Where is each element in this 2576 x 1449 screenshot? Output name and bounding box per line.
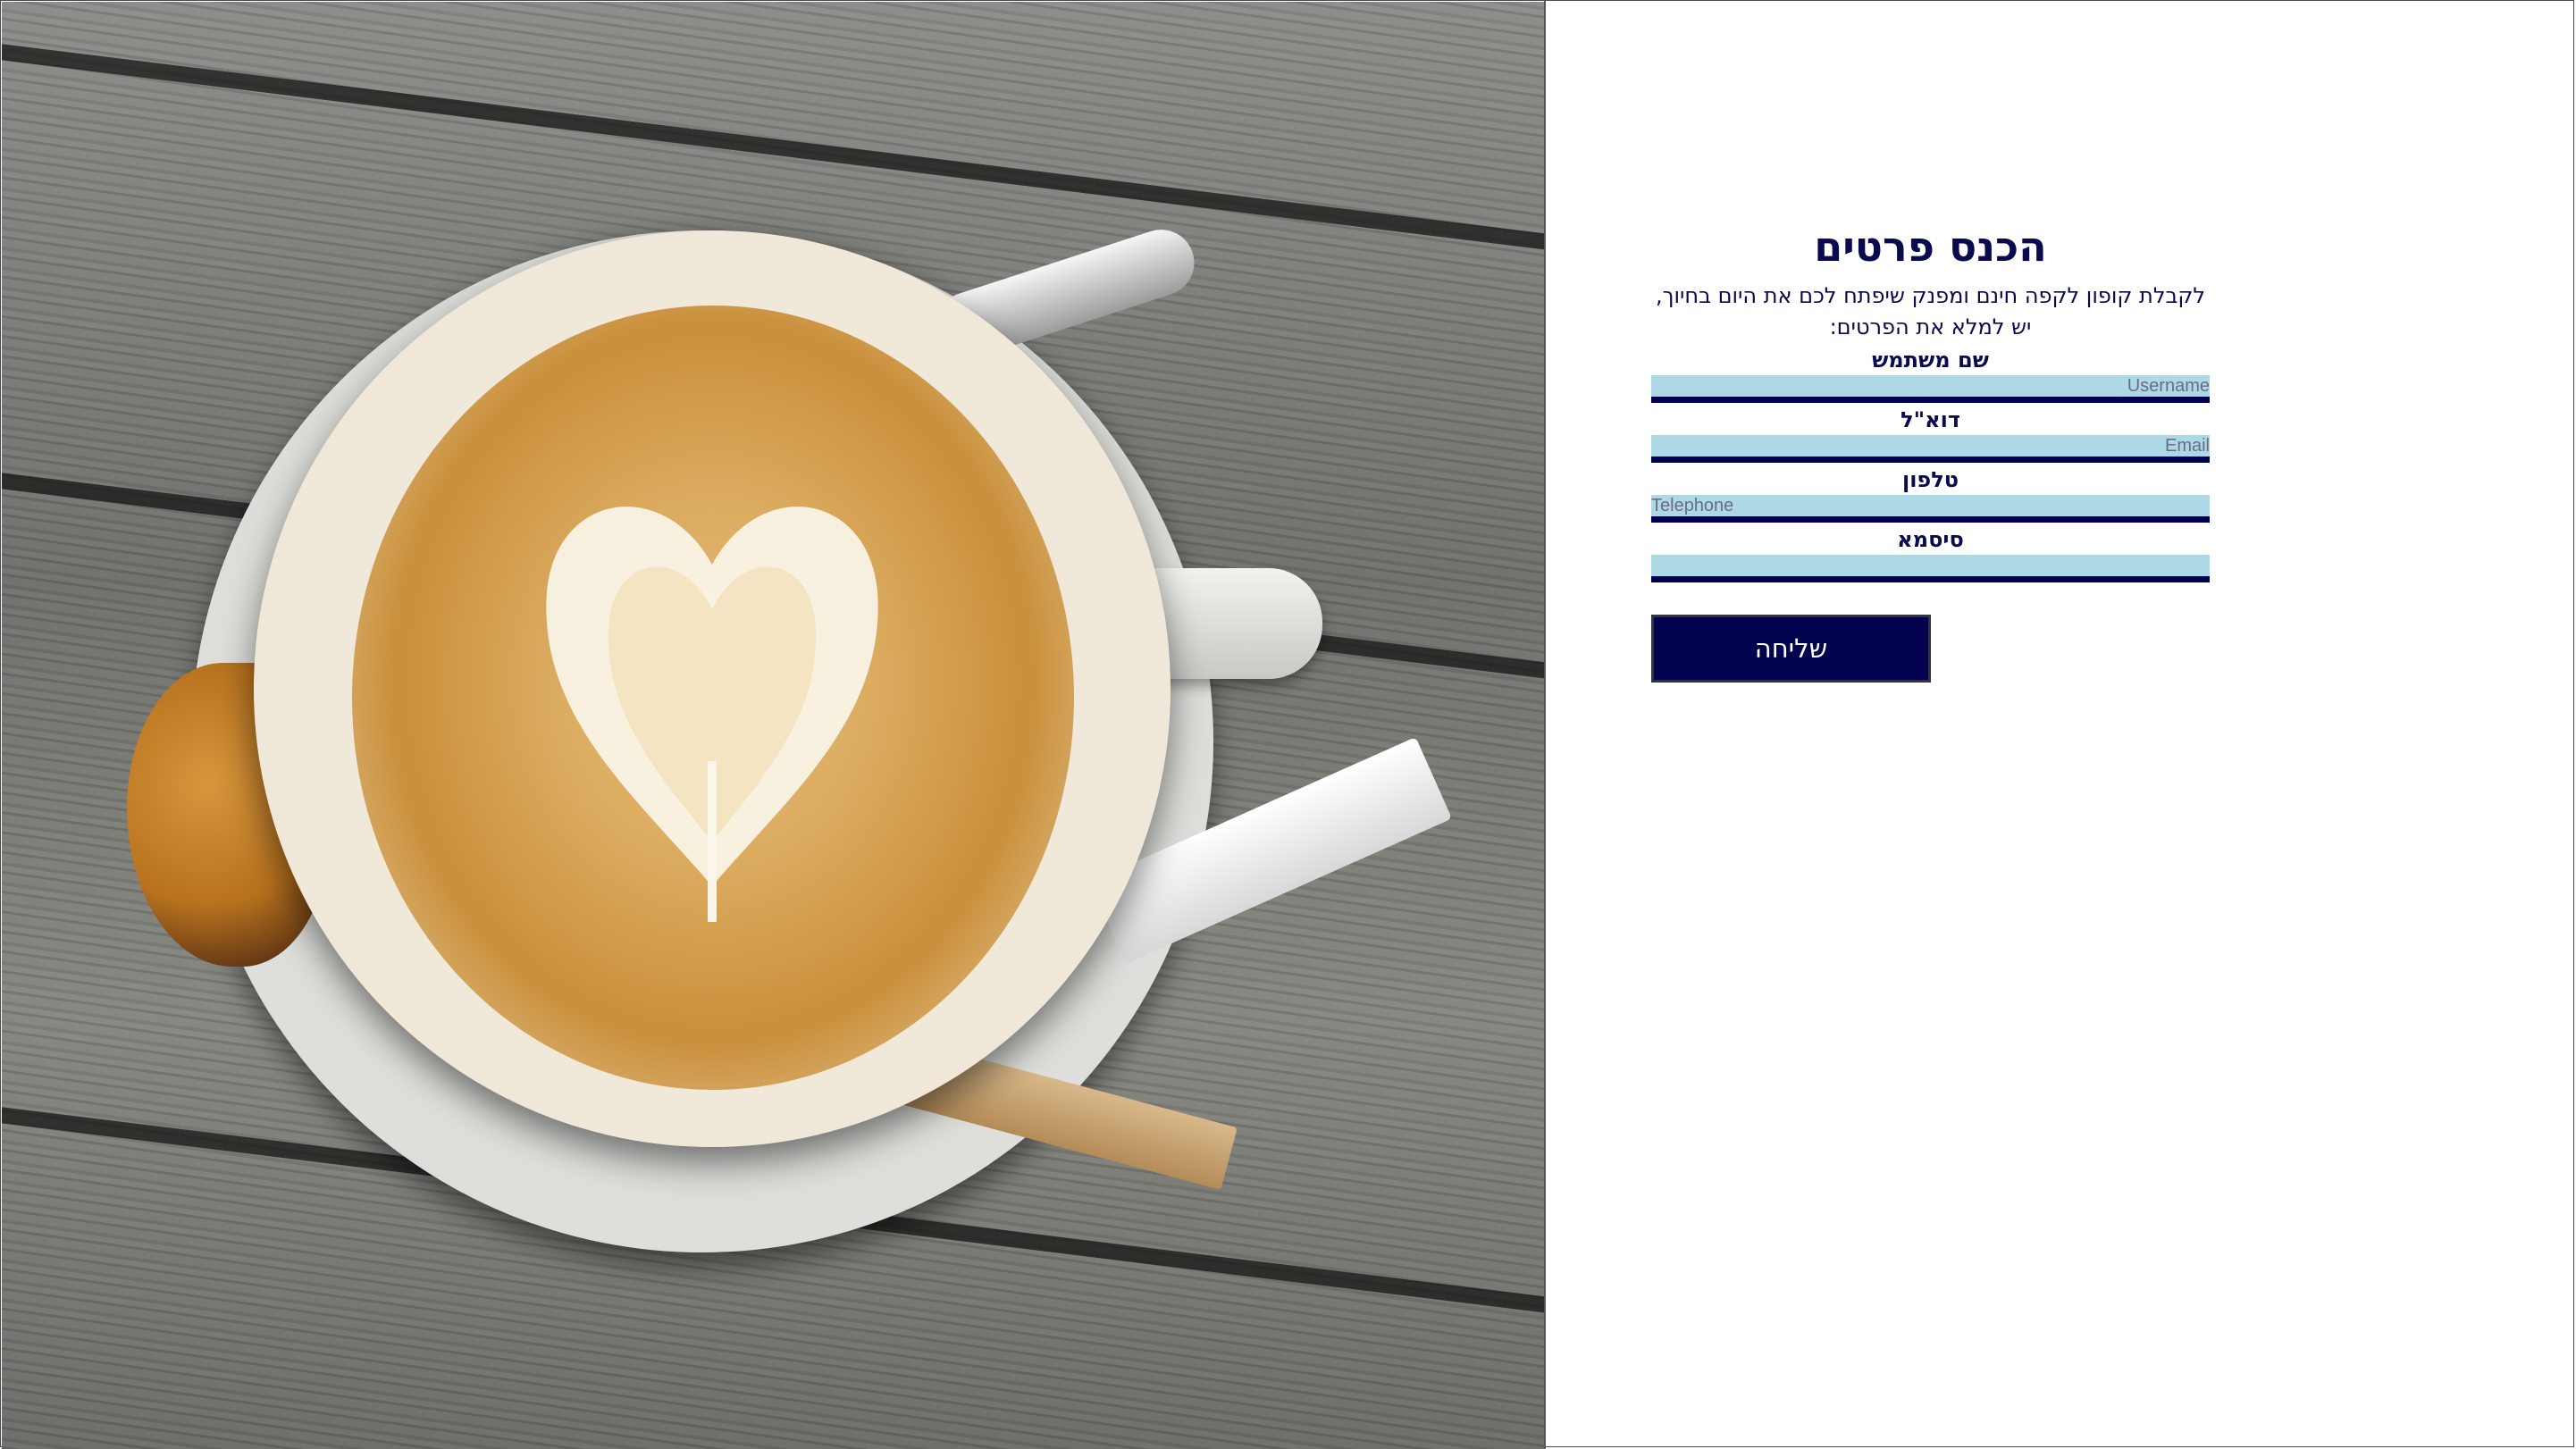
phone-label: טלפון (1901, 467, 1959, 492)
password-label: סיסמא (1897, 527, 1964, 552)
password-input[interactable] (1651, 555, 2210, 582)
phone-input[interactable] (1651, 495, 2210, 523)
coffee-photo (2, 2, 1544, 1449)
username-label: שם משתמש (1872, 348, 1989, 373)
plank-gap (2, 38, 1544, 256)
form-panel: הכנס פרטים לקבלת קופון לקפה חינם ומפנק ש… (1546, 0, 2574, 1447)
username-input[interactable] (1651, 375, 2210, 403)
email-label: דוא"ל (1901, 407, 1960, 432)
email-input[interactable] (1651, 435, 2210, 463)
form-description: לקבלת קופון לקפה חינם ומפנק שיפתח לכם את… (1655, 283, 2205, 339)
submit-button[interactable]: שליחה (1651, 615, 1931, 683)
registration-form: הכנס פרטים לקבלת קופון לקפה חינם ומפנק ש… (1651, 214, 2210, 683)
form-title: הכנס פרטים (1814, 222, 2047, 271)
latte-art-heart (546, 507, 878, 922)
